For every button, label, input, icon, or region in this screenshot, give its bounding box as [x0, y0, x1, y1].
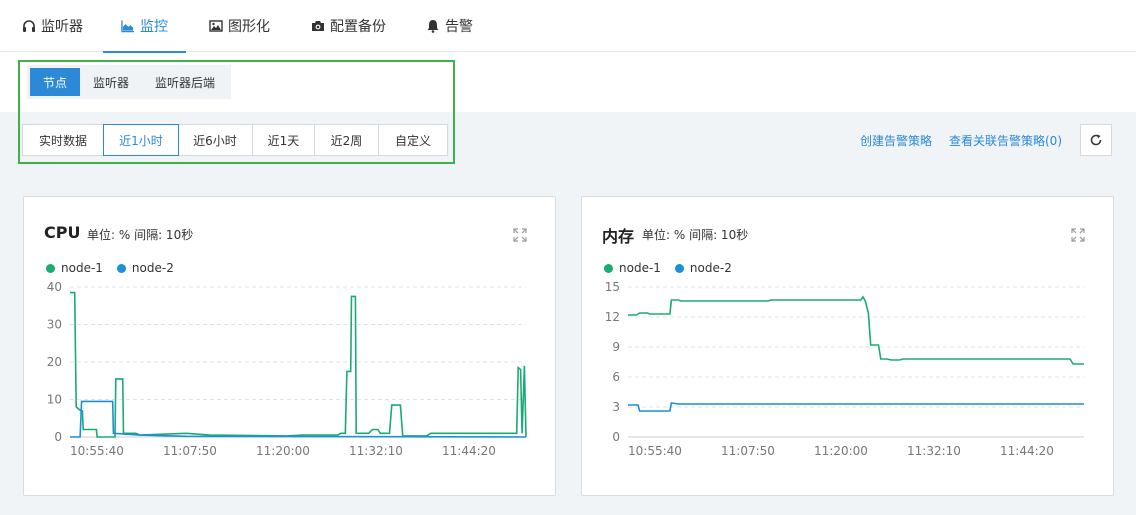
series-line-node-2 — [70, 400, 527, 438]
range-6h[interactable]: 近6小时 — [178, 125, 253, 155]
chart-meta: 单位: % 间隔: 10秒 — [87, 228, 194, 242]
x-tick-label: 11:20:00 — [814, 444, 868, 458]
tab-alarms[interactable]: 告警 — [426, 0, 473, 52]
x-tick-label: 11:44:20 — [442, 444, 496, 458]
tab-monitoring[interactable]: 监控 — [103, 0, 186, 53]
x-tick-label: 11:32:10 — [349, 444, 403, 458]
tab-config-backup[interactable]: 配置备份 — [311, 0, 386, 52]
legend-item-node-1[interactable]: node-1 — [604, 261, 661, 275]
camera-icon — [311, 19, 325, 33]
y-tick-label: 0 — [54, 430, 62, 444]
subtab-listeners[interactable]: 监听器 — [80, 68, 142, 96]
legend-item-node-1[interactable]: node-1 — [46, 261, 103, 275]
x-tick-label: 11:32:10 — [907, 444, 961, 458]
expand-icon[interactable] — [1071, 227, 1085, 242]
tab-listeners[interactable]: 监听器 — [22, 0, 83, 52]
legend-dot — [46, 263, 55, 273]
y-tick-label: 40 — [47, 280, 62, 294]
legend-label: node-1 — [61, 261, 103, 275]
x-tick-label: 11:07:50 — [163, 444, 217, 458]
series-line-node-1 — [70, 291, 527, 438]
y-tick-label: 0 — [612, 430, 620, 444]
chart-title: CPU — [44, 223, 81, 242]
range-2w[interactable]: 近2周 — [315, 125, 379, 155]
memory-chart-card: 内存 单位: % 间隔: 10秒 node-1 node-2 0 3 6 9 12 15 1… — [581, 196, 1114, 496]
top-nav: 监听器 监控 图形化 配置备份 告警 — [0, 0, 1136, 53]
series-line-node-1 — [628, 295, 1084, 365]
tab-label: 图形化 — [228, 19, 270, 35]
tab-label: 监听器 — [41, 19, 83, 35]
refresh-icon — [1090, 134, 1102, 146]
legend-label: node-1 — [619, 261, 661, 275]
legend-label: node-2 — [131, 261, 174, 275]
range-custom[interactable]: 自定义 — [379, 125, 447, 155]
time-range-toolbar: 实时数据 近1小时 近6小时 近1天 近2周 自定义 创建告警策略 查看关联告警… — [0, 112, 1136, 168]
range-realtime[interactable]: 实时数据 — [23, 125, 104, 155]
view-alarm-policies-link[interactable]: 查看关联告警策略(0) — [949, 132, 1062, 149]
y-tick-label: 3 — [612, 400, 620, 414]
chart-legend: node-1 node-2 — [604, 261, 746, 275]
x-tick-label: 10:55:40 — [70, 444, 124, 458]
chart-meta: 单位: % 间隔: 10秒 — [642, 228, 749, 242]
headphones-icon — [22, 19, 36, 33]
create-alarm-policy-link[interactable]: 创建告警策略 — [860, 132, 932, 149]
x-tick-label: 11:07:50 — [721, 444, 775, 458]
range-1d[interactable]: 近1天 — [253, 125, 315, 155]
legend-dot — [116, 263, 126, 273]
legend-item-node-2[interactable]: node-2 — [674, 261, 732, 275]
y-tick-label: 12 — [605, 310, 620, 324]
bell-icon — [426, 19, 440, 33]
image-icon — [209, 19, 223, 33]
y-tick-label: 20 — [47, 355, 62, 369]
y-tick-label: 30 — [47, 318, 62, 332]
tab-label: 告警 — [445, 19, 473, 35]
y-tick-label: 10 — [47, 393, 62, 407]
cpu-chart-card: CPU 单位: % 间隔: 10秒 node-1 node-2 0 10 20 30 4… — [23, 196, 556, 496]
range-1h[interactable]: 近1小时 — [103, 124, 179, 156]
cpu-line-chart: 0 10 20 30 40 10:55:40 11:07:50 11:20:00 11:32:1… — [47, 280, 527, 458]
y-tick-label: 6 — [612, 370, 620, 384]
subtab-nodes[interactable]: 节点 — [30, 68, 80, 96]
chart-title: 内存 — [602, 227, 635, 246]
subtab-listener-backends[interactable]: 监听器后端 — [142, 68, 228, 96]
y-tick-label: 15 — [605, 280, 620, 294]
tab-label: 监控 — [140, 19, 168, 35]
legend-dot — [604, 263, 613, 273]
time-range-group: 实时数据 近1小时 近6小时 近1天 近2周 自定义 — [22, 124, 448, 156]
legend-dot — [674, 263, 684, 273]
x-tick-label: 11:20:00 — [256, 444, 310, 458]
x-tick-label: 11:44:20 — [1000, 444, 1054, 458]
chart-legend: node-1 node-2 — [46, 261, 188, 275]
area-chart-icon — [121, 19, 135, 33]
expand-icon[interactable] — [513, 227, 527, 242]
legend-item-node-2[interactable]: node-2 — [116, 261, 174, 275]
tab-graphical[interactable]: 图形化 — [209, 0, 270, 52]
tab-label: 配置备份 — [330, 19, 386, 35]
legend-label: node-2 — [689, 261, 732, 275]
memory-line-chart: 0 3 6 9 12 15 10:55:40 11:07:50 11:20:00 11:32:10… — [605, 280, 1084, 458]
x-tick-label: 10:55:40 — [628, 444, 682, 458]
y-tick-label: 9 — [612, 340, 620, 354]
refresh-button[interactable] — [1080, 124, 1112, 156]
sub-tabs: 节点 监听器 监听器后端 — [27, 65, 231, 99]
